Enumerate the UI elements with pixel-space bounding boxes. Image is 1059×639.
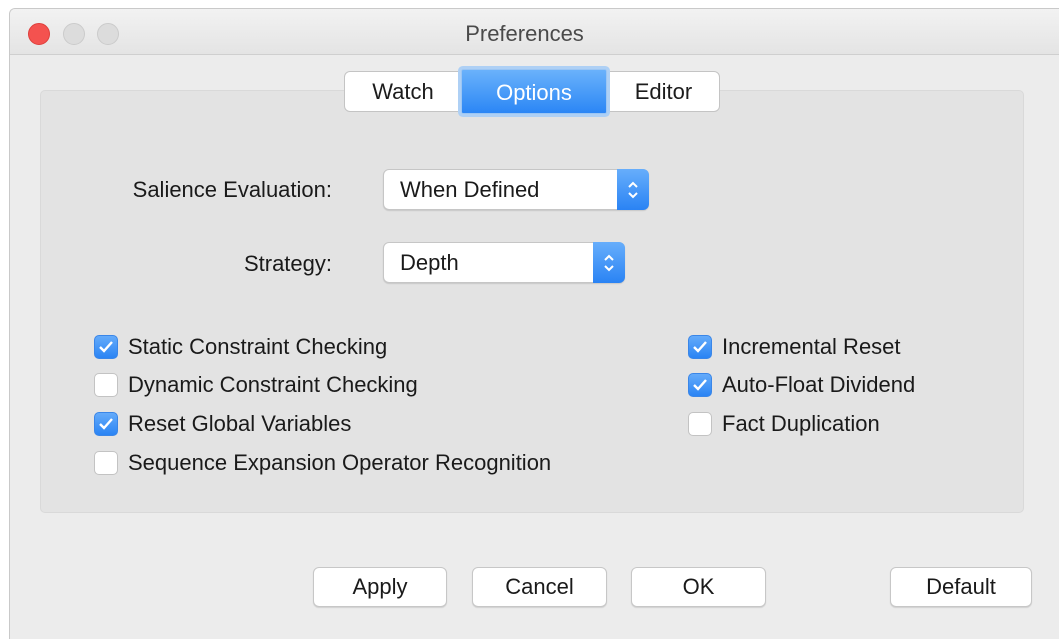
salience-evaluation-select[interactable]: When Defined	[383, 169, 649, 210]
strategy-value: Depth	[400, 250, 459, 275]
dynamic-constraint-checking-checkbox[interactable]: Dynamic Constraint Checking	[94, 370, 418, 400]
checkmark-icon	[688, 373, 712, 397]
auto-float-dividend-checkbox[interactable]: Auto-Float Dividend	[688, 370, 915, 400]
sequence-expansion-operator-recognition-checkbox[interactable]: Sequence Expansion Operator Recognition	[94, 448, 551, 478]
incremental-reset-checkbox[interactable]: Incremental Reset	[688, 332, 901, 362]
sequence-expansion-operator-recognition-label: Sequence Expansion Operator Recognition	[128, 450, 552, 475]
empty-checkbox-icon	[94, 373, 118, 397]
empty-checkbox-icon	[688, 412, 712, 436]
strategy-label: Strategy:	[243, 251, 332, 276]
cancel-button[interactable]: Cancel	[472, 567, 607, 607]
empty-checkbox-icon	[94, 451, 118, 475]
chevron-updown-icon	[593, 242, 625, 283]
static-constraint-checking-label: Static Constraint Checking	[128, 334, 388, 359]
fact-duplication-checkbox[interactable]: Fact Duplication	[688, 409, 880, 439]
reset-global-variables-checkbox[interactable]: Reset Global Variables	[94, 409, 351, 439]
checkmark-icon	[688, 335, 712, 359]
strategy-select[interactable]: Depth	[383, 242, 625, 283]
chevron-updown-icon	[617, 169, 649, 210]
salience-evaluation-value: When Defined	[400, 177, 540, 202]
incremental-reset-label: Incremental Reset	[722, 334, 901, 359]
apply-button[interactable]: Apply	[313, 567, 447, 607]
fact-duplication-label: Fact Duplication	[722, 411, 880, 436]
title-bar[interactable]: Preferences	[10, 9, 1059, 55]
checkmark-icon	[94, 412, 118, 436]
window-title: Preferences	[465, 21, 584, 46]
tab-watch[interactable]: Watch	[345, 72, 461, 111]
reset-global-variables-label: Reset Global Variables	[128, 411, 352, 436]
default-button[interactable]: Default	[890, 567, 1032, 607]
tab-editor[interactable]: Editor	[607, 72, 719, 111]
dynamic-constraint-checking-label: Dynamic Constraint Checking	[128, 372, 418, 397]
salience-evaluation-label: Salience Evaluation:	[132, 177, 332, 202]
ok-button[interactable]: OK	[631, 567, 766, 607]
auto-float-dividend-label: Auto-Float Dividend	[722, 372, 916, 397]
tab-bar: Watch Options Editor	[344, 69, 720, 114]
tab-options[interactable]: Options	[461, 69, 607, 114]
static-constraint-checking-checkbox[interactable]: Static Constraint Checking	[94, 332, 387, 362]
checkmark-icon	[94, 335, 118, 359]
